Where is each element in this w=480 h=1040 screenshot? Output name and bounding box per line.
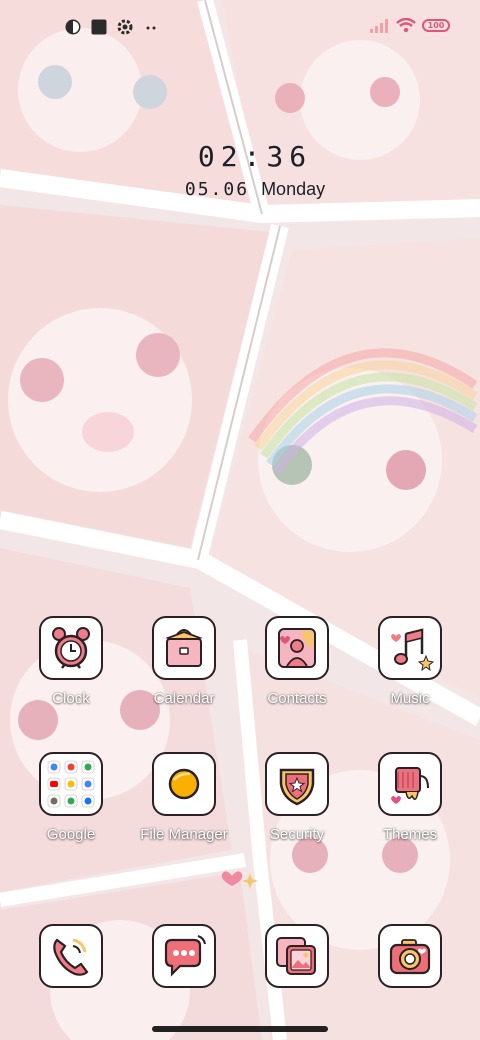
clock-date-row: 05.06 Monday (180, 179, 330, 200)
app-music[interactable]: Music (360, 616, 460, 707)
app-label: Clock (52, 690, 90, 707)
dock-messages[interactable] (134, 924, 234, 988)
app-label: Google (46, 826, 96, 843)
app-contacts[interactable]: Contacts (247, 616, 347, 707)
google-folder-icon (47, 760, 95, 808)
status-right-icons: 100 (370, 18, 450, 33)
app-label: Music (390, 690, 430, 707)
app-clock[interactable]: Clock (21, 616, 121, 707)
gear-icon (117, 19, 133, 35)
more-icon (146, 26, 156, 30)
calendar-bag-icon (165, 629, 203, 667)
alarm-clock-icon (52, 627, 90, 669)
dock-gallery[interactable] (247, 924, 347, 988)
gesture-bar[interactable] (152, 1026, 328, 1032)
app-themes[interactable]: Themes (360, 752, 460, 843)
battery-icon: 100 (422, 19, 450, 32)
dock-phone[interactable] (21, 924, 121, 988)
messages-icon (164, 935, 206, 977)
dock-camera[interactable] (360, 924, 460, 988)
clock-time: 02:36 (197, 140, 313, 173)
half-circle-icon (65, 19, 81, 35)
phone-icon (53, 938, 89, 976)
app-label: Contacts (267, 690, 327, 707)
wifi-icon (396, 18, 416, 33)
app-label: Calendar (153, 690, 215, 707)
gallery-icon (276, 937, 316, 975)
signal-icon (370, 18, 388, 33)
music-note-icon (391, 628, 435, 672)
app-label: File Manager (140, 826, 228, 843)
app-label: Security (269, 826, 325, 843)
camera-icon (389, 939, 431, 975)
shield-star-icon (279, 768, 315, 806)
app-file-manager[interactable]: File Manager (134, 752, 234, 843)
square-icon (91, 19, 107, 35)
app-security[interactable]: Security (247, 752, 347, 843)
app-google[interactable]: Google (21, 752, 121, 843)
clock-weekday: Monday (261, 179, 326, 199)
status-bar: 100 (0, 0, 480, 52)
paint-brush-icon (391, 767, 429, 804)
app-calendar[interactable]: Calendar (134, 616, 234, 707)
clock-date: 05.06 (184, 179, 250, 200)
egg-folder-icon (168, 768, 200, 800)
contacts-icon (278, 628, 316, 668)
app-label: Themes (382, 826, 438, 843)
status-left-icons (64, 18, 160, 36)
clock-widget[interactable]: 02:36 05.06 Monday (180, 140, 330, 200)
